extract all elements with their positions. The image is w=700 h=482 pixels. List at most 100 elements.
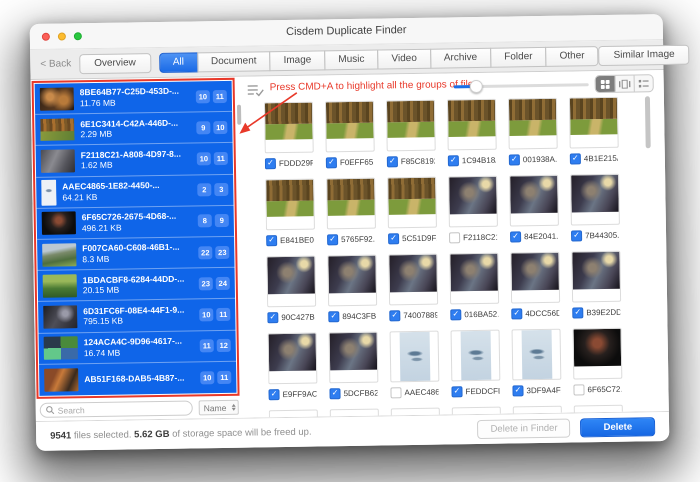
file-checkbox[interactable]: ✓: [389, 310, 400, 321]
file-thumbnail-card[interactable]: [569, 97, 619, 149]
file-thumbnail-card[interactable]: [573, 328, 623, 380]
file-thumbnail-card[interactable]: [327, 255, 377, 307]
woman-thumbnail: [328, 256, 376, 294]
file-thumbnail-card[interactable]: [329, 332, 379, 384]
tab-all[interactable]: All: [159, 52, 198, 73]
tab-other[interactable]: Other: [545, 46, 598, 67]
duplicate-group-item[interactable]: 6D31FC6F-08E4-44F1-9...795.15 KB1011: [38, 299, 235, 333]
file-cell: ✓3DF9A4F...: [512, 329, 562, 398]
delete-button[interactable]: Delete: [580, 417, 655, 437]
delete-in-finder-button[interactable]: Delete in Finder: [477, 419, 570, 439]
trees-thumbnail: [266, 180, 314, 218]
file-thumbnail-card[interactable]: [390, 331, 440, 383]
woman-thumbnail: [267, 257, 315, 295]
tab-folder[interactable]: Folder: [490, 46, 547, 67]
overview-button[interactable]: Overview: [79, 53, 151, 74]
group-count-badge: 11: [216, 308, 230, 321]
file-checkbox[interactable]: ✓: [329, 388, 340, 399]
file-thumbnail-card[interactable]: [265, 179, 315, 231]
file-thumbnail-card[interactable]: [388, 254, 438, 306]
file-thumbnail-card[interactable]: [386, 100, 436, 152]
file-label-row: ✓E841BE06...: [266, 233, 315, 248]
duplicate-group-item[interactable]: 6F65C726-2675-4D68-...496.21 KB89: [37, 206, 234, 240]
file-thumbnail-card[interactable]: [508, 98, 558, 150]
search-input[interactable]: Search: [40, 400, 193, 417]
file-checkbox[interactable]: [390, 387, 401, 398]
group-info: 8BE64B77-C25D-453D-...11.76 MB: [80, 86, 190, 109]
group-count-badge: 23: [215, 245, 229, 258]
content-scrollbar[interactable]: [645, 96, 651, 148]
coverflow-view-button[interactable]: [615, 76, 634, 92]
tab-music[interactable]: Music: [324, 49, 378, 70]
file-checkbox[interactable]: ✓: [266, 235, 277, 246]
file-thumbnail-card[interactable]: [512, 329, 562, 381]
file-checkbox[interactable]: ✓: [450, 309, 461, 320]
file-label-row: ✓5DCFB62...: [329, 386, 378, 401]
file-thumbnail-card[interactable]: [451, 330, 501, 382]
back-button[interactable]: < Back: [40, 58, 71, 69]
file-thumbnail-card[interactable]: [326, 178, 376, 230]
file-name: F85C8192...: [401, 156, 435, 166]
grid-view-button[interactable]: [596, 76, 615, 92]
file-thumbnail-card[interactable]: [509, 175, 559, 227]
file-checkbox[interactable]: ✓: [328, 311, 339, 322]
file-checkbox[interactable]: ✓: [327, 234, 338, 245]
file-thumbnail-card[interactable]: [268, 333, 318, 385]
duplicate-group-item[interactable]: 6E1C3414-C42A-446D-...2.29 MB910: [35, 112, 232, 146]
tab-archive[interactable]: Archive: [430, 47, 492, 68]
file-thumbnail-card[interactable]: [448, 176, 498, 228]
duplicate-group-item[interactable]: AAEC4865-1E82-4450-...64.21 KB23: [36, 174, 233, 208]
sort-dropdown[interactable]: Name: [199, 400, 239, 416]
file-thumbnail-card[interactable]: [325, 101, 375, 153]
file-thumbnail-card[interactable]: [264, 102, 314, 154]
select-all-icon[interactable]: [247, 83, 264, 96]
file-checkbox[interactable]: ✓: [267, 312, 278, 323]
tab-video[interactable]: Video: [377, 48, 431, 69]
woman-thumbnail: [450, 254, 498, 292]
thumbnail-size-slider[interactable]: [454, 83, 589, 88]
group-info: 6D31FC6F-08E4-44F1-9...795.15 KB: [83, 304, 193, 327]
tab-image[interactable]: Image: [269, 50, 325, 71]
file-thumbnail-card[interactable]: [266, 256, 316, 308]
file-thumbnail-card[interactable]: [570, 174, 620, 226]
file-label-row: ✓F0EFF65...: [326, 155, 375, 170]
group-count-badge: 11: [213, 90, 227, 103]
file-checkbox[interactable]: ✓: [570, 153, 581, 164]
sidebar-scrollbar[interactable]: [237, 105, 241, 125]
file-checkbox[interactable]: ✓: [512, 385, 523, 396]
file-thumbnail-card[interactable]: [387, 177, 437, 229]
duplicate-group-item[interactable]: 124ACA4C-9D96-4617-...16.74 MB1112: [39, 330, 236, 364]
file-name: 001938A...: [523, 154, 557, 164]
file-checkbox[interactable]: ✓: [572, 307, 583, 318]
duplicate-group-item[interactable]: F2118C21-A808-4D97-8...1.62 MB1011: [36, 143, 233, 177]
file-checkbox[interactable]: ✓: [510, 231, 521, 242]
file-label-row: ✓7B44305...: [571, 228, 620, 243]
person-thumbnail: [42, 212, 76, 236]
file-thumbnail-card[interactable]: [447, 99, 497, 151]
file-checkbox[interactable]: ✓: [265, 158, 276, 169]
file-checkbox[interactable]: ✓: [448, 155, 459, 166]
duplicate-group-item[interactable]: AB51F168-DAB5-4B87-...1011: [39, 361, 236, 395]
duplicate-group-item[interactable]: 8BE64B77-C25D-453D-...11.76 MB1011: [35, 81, 232, 115]
file-checkbox[interactable]: ✓: [387, 156, 398, 167]
duplicate-group-item[interactable]: 1BDACBF8-6284-44DD-...20.15 MB2324: [38, 268, 235, 302]
tab-document[interactable]: Document: [197, 51, 271, 72]
list-view-button[interactable]: [634, 75, 653, 91]
file-thumbnail-card[interactable]: [571, 251, 621, 303]
file-cell: 6F65C72...: [573, 328, 623, 397]
file-checkbox[interactable]: ✓: [268, 389, 279, 400]
file-checkbox[interactable]: ✓: [326, 157, 337, 168]
group-count-badges: 1112: [200, 339, 231, 352]
file-thumbnail-card[interactable]: [449, 253, 499, 305]
file-thumbnail-card[interactable]: [510, 252, 560, 304]
file-checkbox[interactable]: ✓: [451, 386, 462, 397]
file-checkbox[interactable]: [449, 232, 460, 243]
similar-image-button[interactable]: Similar Image: [598, 44, 689, 65]
duplicate-group-item[interactable]: F007CA60-C608-46B1-...8.3 MB2223: [37, 237, 234, 271]
file-checkbox[interactable]: ✓: [511, 308, 522, 319]
slider-knob[interactable]: [470, 80, 483, 93]
file-checkbox[interactable]: ✓: [571, 230, 582, 241]
file-checkbox[interactable]: [573, 384, 584, 395]
file-checkbox[interactable]: ✓: [388, 233, 399, 244]
file-checkbox[interactable]: ✓: [509, 154, 520, 165]
